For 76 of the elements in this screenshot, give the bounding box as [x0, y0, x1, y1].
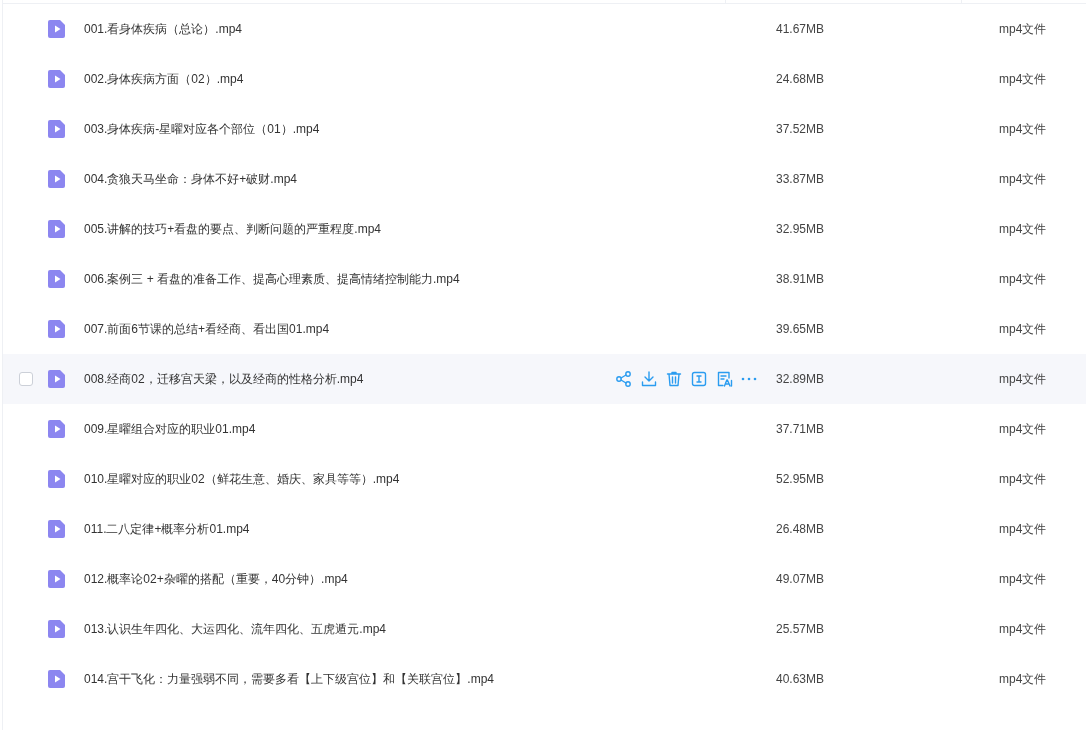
- video-file-icon: [47, 19, 67, 39]
- file-size: 37.71MB: [775, 421, 826, 438]
- file-size: 37.52MB: [775, 121, 826, 138]
- video-file-icon: [47, 119, 67, 139]
- file-name[interactable]: 007.前面6节课的总结+看经商、看出国01.mp4: [84, 320, 564, 338]
- file-type: mp4文件: [999, 221, 1047, 238]
- file-name[interactable]: 014.宫干飞化：力量强弱不同，需要多看【上下级宫位】和【关联宫位】.mp4: [84, 670, 564, 688]
- file-row[interactable]: 001.看身体疾病（总论）.mp4 41.67MB mp4文件: [3, 4, 1086, 54]
- file-type: mp4文件: [999, 671, 1047, 688]
- file-name[interactable]: 005.讲解的技巧+看盘的要点、判断问题的严重程度.mp4: [84, 220, 564, 238]
- file-size: 32.89MB: [775, 371, 826, 388]
- file-name[interactable]: 004.贪狼天马坐命：身体不好+破财.mp4: [84, 170, 564, 188]
- file-size: 38.91MB: [775, 271, 826, 288]
- file-type: mp4文件: [999, 171, 1047, 188]
- file-row[interactable]: 008.经商02，迁移宫天梁，以及经商的性格分析.mp4 32.89MB mp4文件: [3, 354, 1086, 404]
- file-size: 25.57MB: [775, 621, 826, 638]
- video-file-icon: [47, 419, 67, 439]
- file-size: 39.65MB: [775, 321, 826, 338]
- delete-icon[interactable]: [665, 370, 683, 388]
- file-row[interactable]: 006.案例三 + 看盘的准备工作、提高心理素质、提高情绪控制能力.mp4 38.91MB mp4文件: [3, 254, 1086, 304]
- file-row[interactable]: 010.星曜对应的职业02（鲜花生意、婚庆、家具等等）.mp4 52.95MB mp4文件: [3, 454, 1086, 504]
- file-row[interactable]: 004.贪狼天马坐命：身体不好+破财.mp4 33.87MB mp4文件: [3, 154, 1086, 204]
- file-row[interactable]: 012.概率论02+杂曜的搭配（重要，40分钟）.mp4 49.07MB mp4文件: [3, 554, 1086, 604]
- file-size: 41.67MB: [775, 21, 826, 38]
- video-file-icon: [47, 169, 67, 189]
- file-type: mp4文件: [999, 121, 1047, 138]
- file-name[interactable]: 002.身体疾病方面（02）.mp4: [84, 70, 564, 88]
- file-size: 24.68MB: [775, 71, 826, 88]
- file-name[interactable]: 003.身体疾病-星曜对应各个部位（01）.mp4: [84, 120, 564, 138]
- video-file-icon: [47, 369, 67, 389]
- file-name[interactable]: 013.认识生年四化、大运四化、流年四化、五虎遁元.mp4: [84, 620, 564, 638]
- file-type: mp4文件: [999, 521, 1047, 538]
- file-size: 32.95MB: [775, 221, 826, 238]
- file-row[interactable]: 002.身体疾病方面（02）.mp4 24.68MB mp4文件: [3, 54, 1086, 104]
- file-size: 33.87MB: [775, 171, 826, 188]
- video-file-icon: [47, 219, 67, 239]
- file-name[interactable]: 001.看身体疾病（总论）.mp4: [84, 20, 564, 38]
- file-name[interactable]: 006.案例三 + 看盘的准备工作、提高心理素质、提高情绪控制能力.mp4: [84, 270, 564, 288]
- video-file-icon: [47, 669, 67, 689]
- file-size: 52.95MB: [775, 471, 826, 488]
- file-size: 49.07MB: [775, 571, 826, 588]
- video-file-icon: [47, 69, 67, 89]
- share-icon[interactable]: [615, 370, 633, 388]
- file-name[interactable]: 012.概率论02+杂曜的搭配（重要，40分钟）.mp4: [84, 570, 564, 588]
- file-name[interactable]: 009.星曜组合对应的职业01.mp4: [84, 420, 564, 438]
- document-text-icon[interactable]: [715, 370, 733, 388]
- file-type: mp4文件: [999, 471, 1047, 488]
- file-type: mp4文件: [999, 271, 1047, 288]
- file-type: mp4文件: [999, 21, 1047, 38]
- file-row[interactable]: 003.身体疾病-星曜对应各个部位（01）.mp4 37.52MB mp4文件: [3, 104, 1086, 154]
- file-name[interactable]: 008.经商02，迁移宫天梁，以及经商的性格分析.mp4: [84, 370, 564, 388]
- file-type: mp4文件: [999, 571, 1047, 588]
- file-size: 40.63MB: [775, 671, 826, 688]
- file-type: mp4文件: [999, 421, 1047, 438]
- video-file-icon: [47, 469, 67, 489]
- video-file-icon: [47, 619, 67, 639]
- file-row[interactable]: 007.前面6节课的总结+看经商、看出国01.mp4 39.65MB mp4文件: [3, 304, 1086, 354]
- video-file-icon: [47, 569, 67, 589]
- file-size: 26.48MB: [775, 521, 826, 538]
- checkbox[interactable]: [19, 372, 33, 386]
- file-type: mp4文件: [999, 621, 1047, 638]
- video-file-icon: [47, 319, 67, 339]
- file-row[interactable]: 013.认识生年四化、大运四化、流年四化、五虎遁元.mp4 25.57MB mp4文件: [3, 604, 1086, 654]
- text-box-icon[interactable]: [690, 370, 708, 388]
- file-type: mp4文件: [999, 321, 1047, 338]
- video-file-icon: [47, 519, 67, 539]
- file-row[interactable]: 014.宫干飞化：力量强弱不同，需要多看【上下级宫位】和【关联宫位】.mp4 40.63MB mp4文件: [3, 654, 1086, 704]
- file-name[interactable]: 010.星曜对应的职业02（鲜花生意、婚庆、家具等等）.mp4: [84, 470, 564, 488]
- file-type: mp4文件: [999, 71, 1047, 88]
- file-name[interactable]: 011.二八定律+概率分析01.mp4: [84, 520, 564, 538]
- file-type: mp4文件: [999, 371, 1047, 388]
- file-row[interactable]: 005.讲解的技巧+看盘的要点、判断问题的严重程度.mp4 32.95MB mp4文件: [3, 204, 1086, 254]
- video-file-icon: [47, 269, 67, 289]
- file-row[interactable]: 011.二八定律+概率分析01.mp4 26.48MB mp4文件: [3, 504, 1086, 554]
- download-icon[interactable]: [640, 370, 658, 388]
- file-row[interactable]: 009.星曜组合对应的职业01.mp4 37.71MB mp4文件: [3, 404, 1086, 454]
